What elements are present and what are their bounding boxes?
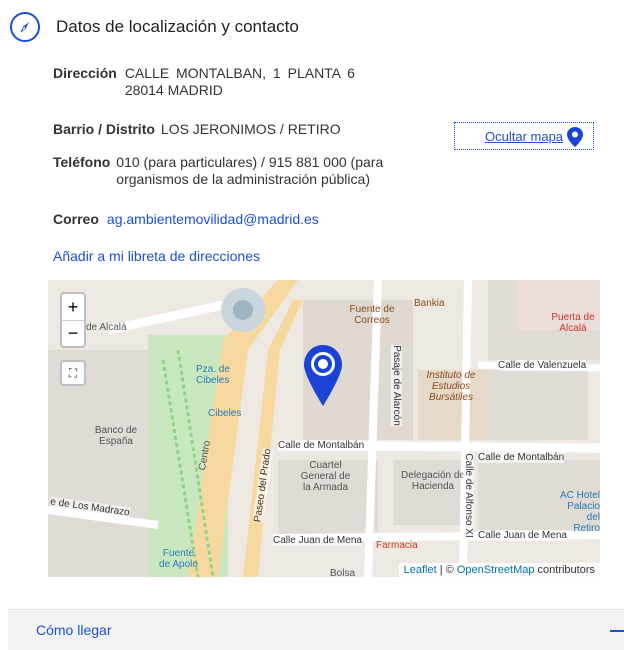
address-value: CALLE MONTALBAN, 1 PLANTA 6 28014 MADRID <box>125 65 385 99</box>
map-label: Calle de Montalbán <box>478 452 565 463</box>
map-label: Delegación de Hacienda <box>401 470 465 492</box>
map-label: Cibeles <box>208 408 242 419</box>
zoom-in-button[interactable]: + <box>62 294 84 320</box>
section-title: Datos de localización y contacto <box>56 17 299 36</box>
hide-map-button[interactable]: Ocultar mapa <box>454 122 594 150</box>
compass-icon <box>10 12 40 42</box>
collapse-icon[interactable] <box>610 630 624 632</box>
map-label: Pasaje de Alarcón <box>390 345 402 426</box>
phone-field: Teléfono 010 (para particulares) / 915 8… <box>53 154 416 188</box>
email-field: Correo ag.ambientemovilidad@madrid.es <box>53 211 319 228</box>
map-label: Bankia <box>414 298 445 309</box>
hide-map-label[interactable]: Ocultar mapa <box>485 129 563 144</box>
map-label: Calle de Alfonso XI <box>462 453 474 538</box>
phone-label: Teléfono <box>53 154 111 170</box>
zoom-control: + − <box>60 292 86 348</box>
leaflet-link[interactable]: Leaflet <box>404 564 437 576</box>
district-field: Barrio / Distrito LOS JERONIMOS / RETIRO <box>53 121 341 138</box>
address-label: Dirección <box>53 65 117 81</box>
map-label: Cuartel General de la Armada <box>300 460 351 493</box>
attribution-sep: | © <box>436 564 457 576</box>
map-label: AC Hotel Palacio del Retiro <box>559 490 600 534</box>
district-value: LOS JERONIMOS / RETIRO <box>160 121 341 137</box>
map-pin-icon <box>567 127 583 147</box>
map-label: Bolsa <box>330 568 356 577</box>
address-field: Dirección CALLE MONTALBAN, 1 PLANTA 6 28… <box>53 65 385 99</box>
map-label: Fuente de Apolo <box>159 548 198 570</box>
map-label: Calle Juan de Mena <box>478 530 567 541</box>
map-label: Puerta de Alcalá <box>551 312 595 334</box>
map-label: Farmacia <box>376 540 418 551</box>
map-label: de Alcalá <box>86 322 127 333</box>
attribution-contributors: contributors <box>534 564 595 576</box>
map-label: Fuente de Correos <box>349 304 395 326</box>
map-attribution: Leaflet | © OpenStreetMap contributors <box>398 563 600 577</box>
map-label: Calle de Montalbán <box>278 440 365 451</box>
address-line1: CALLE MONTALBAN, 1 PLANTA 6 <box>124 65 355 81</box>
phone-value: 010 (para particulares) / 915 881 000 (p… <box>116 154 384 187</box>
osm-link[interactable]: OpenStreetMap <box>457 564 535 576</box>
map-label: Calle de Valenzuela <box>498 360 587 371</box>
address-book-link[interactable]: Añadir a mi libreta de direcciones <box>53 248 260 264</box>
zoom-out-button[interactable]: − <box>62 320 84 346</box>
address-line2: 28014 MADRID <box>124 82 223 98</box>
section-header: Datos de localización y contacto <box>10 12 299 42</box>
map-label: Banco de España <box>94 425 138 447</box>
map-view[interactable]: de Alcalá Banco de España Pza. de Cibele… <box>48 280 600 577</box>
how-to-get-accordion[interactable]: Cómo llegar <box>8 609 624 650</box>
map-label: Calle Juan de Mena <box>273 535 362 546</box>
fullscreen-icon[interactable]: ⛶ <box>60 360 86 386</box>
accordion-title[interactable]: Cómo llegar <box>36 622 111 638</box>
email-label: Correo <box>53 211 99 227</box>
email-link[interactable]: ag.ambientemovilidad@madrid.es <box>107 211 319 228</box>
map-label: Instituto de Estudios Bursátiles <box>426 370 476 403</box>
map-label: Pza. de Cibeles <box>196 364 230 386</box>
district-label: Barrio / Distrito <box>53 121 155 137</box>
